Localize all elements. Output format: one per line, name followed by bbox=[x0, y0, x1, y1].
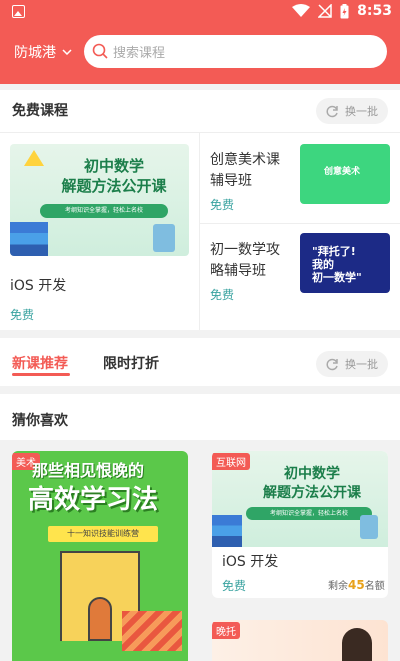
banner-subtitle: 考纲知识全掌握，轻松上名校 bbox=[40, 204, 168, 218]
course-name: 创意美术课 辅导班 bbox=[210, 152, 280, 189]
decor-stairs bbox=[122, 611, 182, 651]
course-price: 免费 bbox=[10, 308, 35, 322]
clock: 8:53 bbox=[357, 3, 392, 19]
tab-bar: 新课推荐 限时打折 换一批 bbox=[0, 338, 400, 386]
section-title: 免费课程 bbox=[12, 103, 68, 119]
decor-calculator bbox=[360, 515, 378, 539]
search-icon bbox=[92, 43, 108, 59]
decor-triangle bbox=[24, 150, 44, 166]
thumb-text: "拜托了! 我的 初一数学" bbox=[312, 245, 362, 284]
course-price: 免费 bbox=[210, 288, 235, 302]
search-input[interactable]: 搜索课程 bbox=[84, 35, 387, 68]
course-card[interactable]: 晚托 bbox=[212, 620, 388, 661]
tab-indicator bbox=[12, 373, 70, 376]
remain-suffix: 名额 bbox=[364, 581, 385, 592]
thumb-logo: 创意美术 bbox=[324, 167, 361, 177]
refresh-button[interactable]: 换一批 bbox=[316, 98, 388, 124]
course-thumbnail[interactable]: "拜托了! 我的 初一数学" bbox=[300, 233, 390, 293]
decor-books bbox=[10, 222, 48, 256]
category-badge: 互联网 bbox=[212, 453, 250, 470]
search-placeholder: 搜索课程 bbox=[113, 46, 166, 61]
chevron-down-icon bbox=[62, 49, 72, 55]
divider bbox=[0, 132, 400, 133]
course-price: 免费 bbox=[210, 198, 235, 212]
remain-count: 45 bbox=[348, 578, 365, 592]
course-card[interactable]: 美术 那些相见恨晚的 高效学习法 十一知识技能训练营 bbox=[12, 451, 188, 661]
course-name: 初一数学攻 略辅导班 bbox=[210, 242, 280, 279]
section-title: 猜你喜欢 bbox=[12, 413, 68, 429]
decor-avatar bbox=[342, 628, 372, 661]
free-courses-section: 免费课程 换一批 初中数学 解题方法公开课 考纲知识全掌握，轻松上名校 iOS … bbox=[0, 90, 400, 330]
course-name: iOS 开发 bbox=[222, 554, 279, 570]
category-badge: 晚托 bbox=[212, 622, 240, 639]
status-bar: 8:53 bbox=[0, 0, 400, 24]
divider-vertical bbox=[199, 132, 200, 330]
tab-new-courses[interactable]: 新课推荐 bbox=[12, 353, 68, 373]
divider bbox=[200, 223, 400, 224]
city-label: 防城港 bbox=[14, 45, 56, 61]
remaining-seats: 剩余45名额 bbox=[328, 577, 385, 592]
city-selector[interactable]: 防城港 bbox=[14, 42, 72, 62]
battery-charging-icon bbox=[340, 3, 349, 18]
refresh-button[interactable]: 换一批 bbox=[316, 351, 388, 377]
course-thumbnail[interactable]: 初中数学 解题方法公开课 考纲知识全掌握，轻松上名校 bbox=[10, 144, 189, 256]
course-price: 免费 bbox=[222, 579, 247, 593]
app-header: 8:53 防城港 搜索课程 bbox=[0, 0, 400, 84]
course-card[interactable]: 初中数学 解题方法公开课 考纲知识全掌握，轻松上名校 互联网 iOS 开发 免费… bbox=[212, 451, 388, 598]
image-notification-icon bbox=[12, 5, 25, 18]
course-thumbnail[interactable]: 创意美术 bbox=[300, 144, 390, 204]
card-headline: 那些相见恨晚的 bbox=[32, 461, 145, 480]
refresh-icon bbox=[326, 358, 338, 370]
refresh-icon bbox=[326, 105, 338, 117]
remain-prefix: 剩余 bbox=[328, 581, 348, 592]
card-headline-big: 高效学习法 bbox=[28, 485, 159, 515]
course-name: iOS 开发 bbox=[10, 278, 67, 294]
guess-section-header: 猜你喜欢 bbox=[0, 394, 400, 440]
no-signal-icon bbox=[318, 4, 332, 18]
wifi-icon bbox=[292, 4, 311, 17]
banner-title: 初中数学 解题方法公开课 bbox=[263, 466, 361, 501]
tab-limited-discount[interactable]: 限时打折 bbox=[103, 353, 159, 373]
card-ribbon: 十一知识技能训练营 bbox=[48, 526, 158, 542]
banner-subtitle: 考纲知识全掌握，轻松上名校 bbox=[246, 507, 372, 520]
refresh-label: 换一批 bbox=[345, 105, 378, 118]
decor-books bbox=[212, 515, 242, 547]
refresh-label: 换一批 bbox=[345, 358, 378, 371]
decor-calculator bbox=[153, 224, 175, 252]
banner-title: 初中数学 解题方法公开课 bbox=[61, 157, 167, 195]
